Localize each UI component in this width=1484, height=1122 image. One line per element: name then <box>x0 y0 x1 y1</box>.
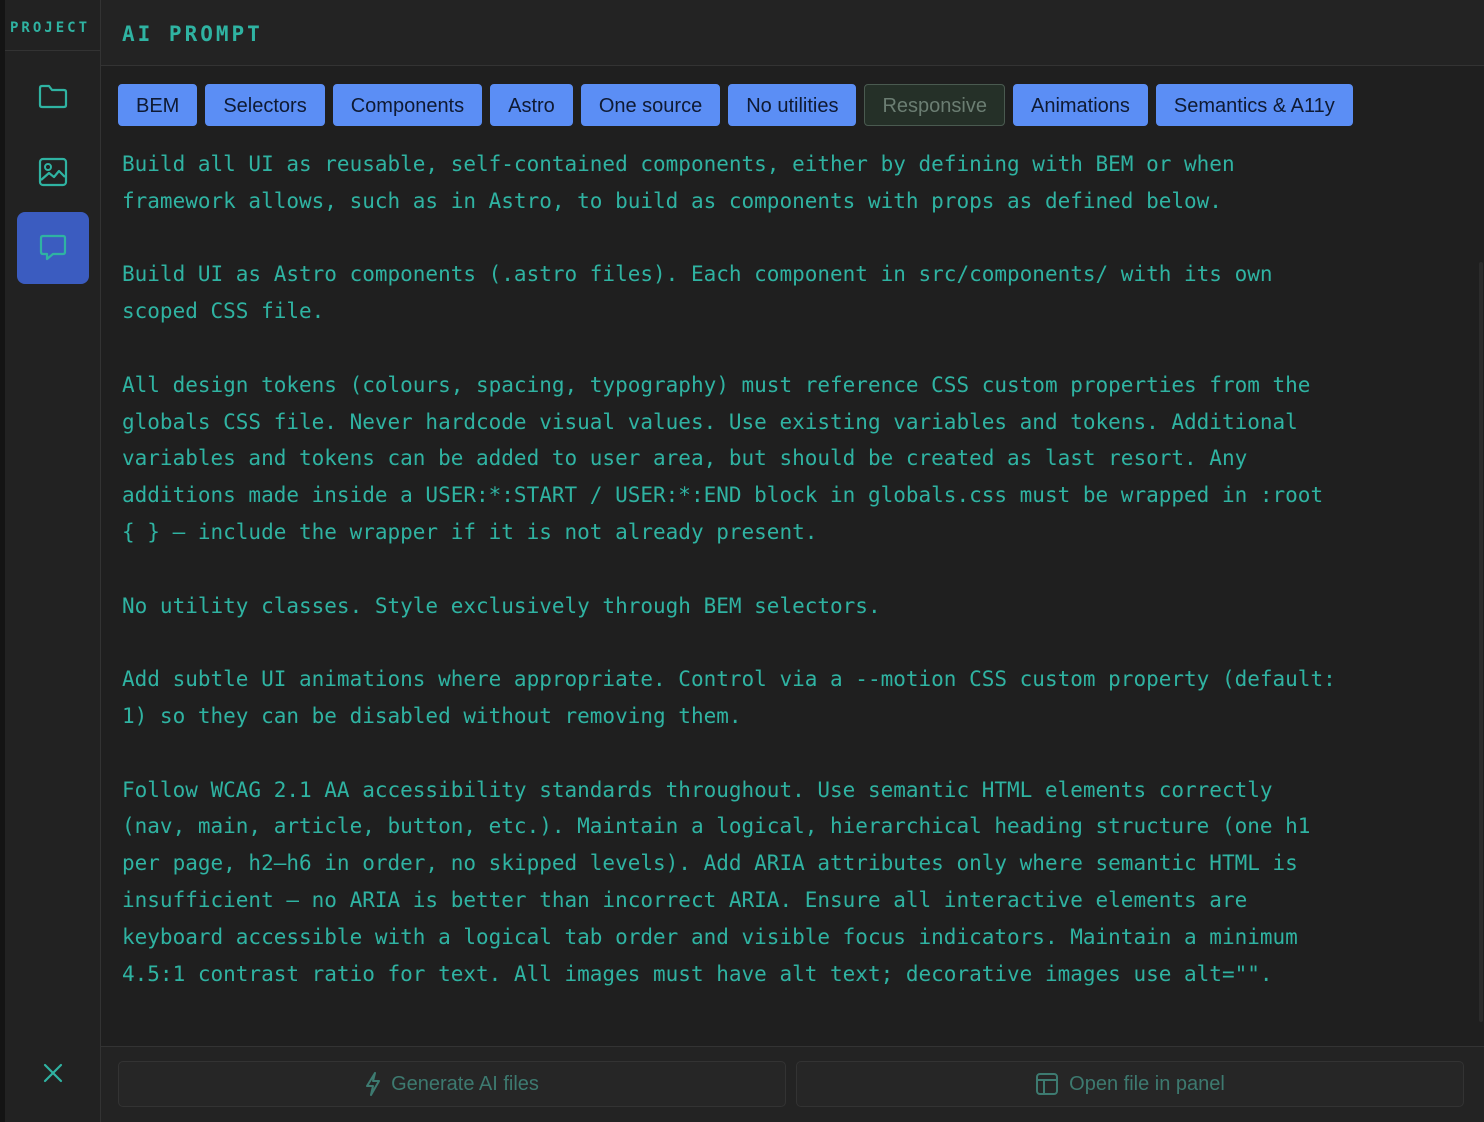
generate-ai-files-button[interactable]: Generate AI files <box>118 1061 786 1107</box>
paragraph-astro: Build UI as Astro components (.astro fil… <box>122 262 1273 324</box>
paragraph-no-utilities: No utility classes. Style exclusively th… <box>122 593 881 618</box>
paragraph-tokens: All design tokens (colours, spacing, typ… <box>122 372 1324 544</box>
prompt-panel: AI PROMPT BEM Selectors Components Astro… <box>101 0 1484 1122</box>
image-icon <box>38 157 68 187</box>
prompt-text[interactable]: Build all UI as reusable, self-contained… <box>122 146 1467 1029</box>
page-title: AI PROMPT <box>122 22 263 46</box>
content-scrollbar[interactable] <box>1479 262 1483 1022</box>
paragraph-accessibility: Follow WCAG 2.1 AA accessibility standar… <box>122 777 1311 986</box>
lightning-icon <box>366 1072 381 1096</box>
panel-icon <box>1036 1073 1059 1095</box>
open-file-in-panel-button[interactable]: Open file in panel <box>796 1061 1464 1107</box>
tab-components[interactable]: Components <box>332 84 483 126</box>
folder-icon <box>38 84 68 109</box>
tab-no-utilities[interactable]: No utilities <box>728 84 857 126</box>
sidebar-label: PROJECT <box>10 20 91 36</box>
tab-one-source[interactable]: One source <box>580 84 721 126</box>
sidebar-edge <box>0 0 5 1122</box>
tab-semantics-a11y[interactable]: Semantics & A11y <box>1155 84 1353 126</box>
chat-icon <box>39 234 67 261</box>
panel-footer: Generate AI files Open file in panel <box>101 1046 1484 1122</box>
tab-astro[interactable]: Astro <box>490 84 573 126</box>
app-window: PROJECT AI PROMPT BEM Selectors Componen… <box>0 0 1484 1122</box>
sidebar: PROJECT <box>0 0 101 1122</box>
close-icon <box>43 1063 63 1083</box>
generate-ai-files-label: Generate AI files <box>391 1072 539 1095</box>
paragraph-animations: Add subtle UI animations where appropria… <box>122 667 1336 728</box>
sidebar-item-images[interactable] <box>17 136 89 208</box>
sidebar-close-button[interactable] <box>38 1058 68 1088</box>
sidebar-item-prompt[interactable] <box>17 212 89 284</box>
panel-header: AI PROMPT <box>101 0 1484 66</box>
tab-responsive[interactable]: Responsive <box>864 84 1005 126</box>
sidebar-item-files[interactable] <box>17 60 89 132</box>
open-file-in-panel-label: Open file in panel <box>1069 1072 1225 1095</box>
tab-animations[interactable]: Animations <box>1012 84 1148 126</box>
tab-selectors[interactable]: Selectors <box>205 84 325 126</box>
prompt-tabs: BEM Selectors Components Astro One sourc… <box>118 84 1353 126</box>
paragraph-components: Build all UI as reusable, self-contained… <box>122 152 1235 213</box>
sidebar-divider <box>5 50 100 51</box>
tab-bem[interactable]: BEM <box>118 84 198 126</box>
